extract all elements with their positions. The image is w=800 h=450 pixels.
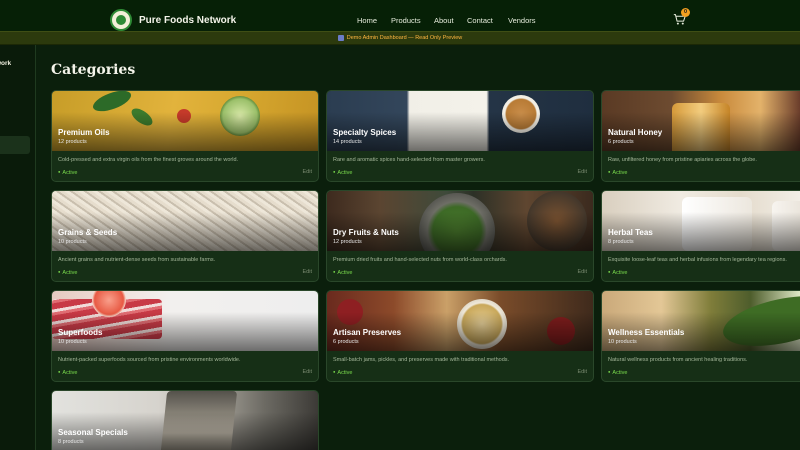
- edit-button[interactable]: Edit: [303, 369, 312, 375]
- category-name: Seasonal Specials: [58, 428, 128, 437]
- sidebar-brand: work: [0, 60, 12, 67]
- status-badge: Active: [608, 169, 627, 176]
- category-image: [52, 291, 318, 351]
- brand-name: Pure Foods Network: [139, 14, 237, 26]
- category-description: Natural wellness products from ancient h…: [608, 357, 748, 363]
- status-badge: Active: [608, 269, 627, 276]
- category-description: Ancient grains and nutrient-dense seeds …: [58, 257, 216, 263]
- category-image: [52, 191, 318, 251]
- category-description: Raw, unfiltered honey from pristine apia…: [608, 157, 757, 163]
- edit-button[interactable]: Edit: [303, 269, 312, 275]
- page-title: Categories: [51, 62, 136, 78]
- top-navbar: Pure Foods Network Home Products About C…: [0, 0, 800, 31]
- category-name: Natural Honey: [608, 128, 663, 137]
- category-description: Premium dried fruits and hand-selected n…: [333, 257, 507, 263]
- category-count: 12 products: [333, 239, 362, 245]
- category-name: Superfoods: [58, 328, 103, 337]
- demo-banner: Demo Admin Dashboard — Read Only Preview: [0, 31, 800, 45]
- status-badge: Active: [333, 169, 352, 176]
- category-card[interactable]: Wellness Essentials 10 products Natural …: [601, 290, 800, 382]
- category-count: 10 products: [58, 339, 87, 345]
- category-image: [327, 291, 593, 351]
- category-description: Exquisite loose-leaf teas and herbal inf…: [608, 257, 787, 263]
- nav-products[interactable]: Products: [391, 16, 421, 25]
- chart-icon: [337, 35, 344, 41]
- edit-button[interactable]: Edit: [578, 269, 587, 275]
- nav-about[interactable]: About: [434, 16, 454, 25]
- cart-button[interactable]: 0: [673, 8, 690, 27]
- category-count: 10 products: [608, 339, 637, 345]
- category-card[interactable]: Superfoods 10 products Nutrient-packed s…: [51, 290, 319, 382]
- category-card[interactable]: Specialty Spices 14 products Rare and ar…: [326, 90, 594, 182]
- status-badge: Active: [58, 169, 77, 176]
- category-count: 6 products: [333, 339, 359, 345]
- demo-banner-text: Demo Admin Dashboard — Read Only Preview: [346, 35, 463, 41]
- status-badge: Active: [333, 269, 352, 276]
- nav-home[interactable]: Home: [357, 16, 377, 25]
- category-description: Small-batch jams, pickles, and preserves…: [333, 357, 510, 363]
- category-card[interactable]: Artisan Preserves 6 products Small-batch…: [326, 290, 594, 382]
- edit-button[interactable]: Edit: [578, 369, 587, 375]
- category-count: 14 products: [333, 139, 362, 145]
- category-image: [327, 191, 593, 251]
- brand-logo: [110, 9, 132, 31]
- brand[interactable]: Pure Foods Network: [110, 9, 236, 31]
- category-card[interactable]: Grains & Seeds 10 products Ancient grain…: [51, 190, 319, 282]
- edit-button[interactable]: Edit: [303, 169, 312, 175]
- category-count: 10 products: [58, 239, 87, 245]
- category-card[interactable]: Herbal Teas 8 products Exquisite loose-l…: [601, 190, 800, 282]
- nav-vendors[interactable]: Vendors: [508, 16, 536, 25]
- category-count: 8 products: [608, 239, 634, 245]
- category-count: 8 products: [58, 439, 84, 445]
- status-badge: Active: [58, 369, 77, 376]
- category-count: 6 products: [608, 139, 634, 145]
- category-image: [52, 91, 318, 151]
- status-badge: Active: [58, 269, 77, 276]
- category-card[interactable]: Premium Oils 12 products Cold-pressed an…: [51, 90, 319, 182]
- status-badge: Active: [333, 369, 352, 376]
- category-count: 12 products: [58, 139, 87, 145]
- category-name: Premium Oils: [58, 128, 110, 137]
- nav-contact[interactable]: Contact: [467, 16, 493, 25]
- category-name: Wellness Essentials: [608, 328, 685, 337]
- category-description: Rare and aromatic spices hand-selected f…: [333, 157, 485, 163]
- category-image: [52, 391, 318, 450]
- sidebar: work: [0, 45, 36, 450]
- category-name: Grains & Seeds: [58, 228, 118, 237]
- category-name: Dry Fruits & Nuts: [333, 228, 399, 237]
- category-name: Specialty Spices: [333, 128, 397, 137]
- category-image: [327, 91, 593, 151]
- category-description: Cold-pressed and extra virgin oils from …: [58, 157, 239, 163]
- edit-button[interactable]: Edit: [578, 169, 587, 175]
- category-card[interactable]: Dry Fruits & Nuts 12 products Premium dr…: [326, 190, 594, 282]
- category-card[interactable]: Natural Honey 6 products Raw, unfiltered…: [601, 90, 800, 182]
- category-description: Nutrient-packed superfoods sourced from …: [58, 357, 241, 363]
- sidebar-item-active[interactable]: [0, 136, 30, 154]
- category-name: Herbal Teas: [608, 228, 653, 237]
- status-badge: Active: [608, 369, 627, 376]
- cart-count-badge: 0: [681, 8, 690, 17]
- category-name: Artisan Preserves: [333, 328, 402, 337]
- category-card[interactable]: Seasonal Specials 8 products: [51, 390, 319, 450]
